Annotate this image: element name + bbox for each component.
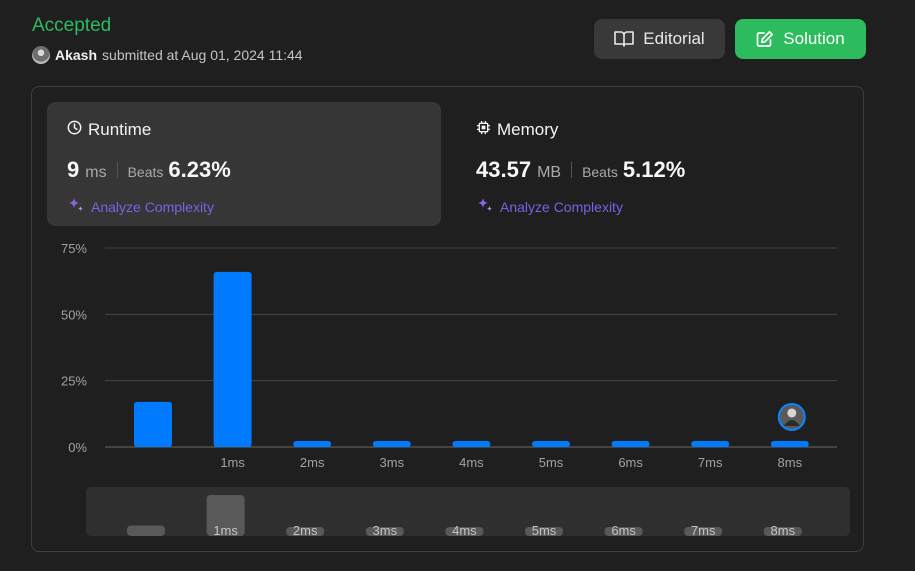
bar[interactable] [611, 441, 650, 447]
y-tick-label: 25% [61, 374, 87, 389]
y-tick-label: 0% [68, 440, 87, 455]
y-tick-label: 75% [61, 241, 87, 256]
overview-tick-label: 8ms [771, 523, 796, 538]
overview-tick-label: 4ms [452, 523, 477, 538]
x-tick-label: 3ms [380, 455, 405, 470]
bar[interactable] [532, 441, 570, 447]
overview-tick-label: 3ms [373, 523, 398, 538]
x-tick-label: 4ms [459, 455, 484, 470]
y-tick-label: 50% [61, 307, 87, 322]
bar[interactable] [293, 441, 332, 447]
bar[interactable] [770, 441, 809, 447]
overview-tick-label: 6ms [611, 523, 636, 538]
bar[interactable] [452, 441, 491, 447]
bar[interactable] [134, 401, 172, 447]
bar[interactable] [213, 271, 252, 447]
runtime-distribution-chart: 0% 25% 50% 75% 1ms 2ms 3ms 4ms 5ms 6ms 7ms 8ms 1ms 2m… [61, 241, 850, 538]
bar[interactable] [691, 441, 730, 447]
overview-tick-label: 2ms [293, 523, 318, 538]
overview-bar [127, 525, 165, 536]
x-tick-label: 7ms [698, 455, 723, 470]
bar[interactable] [372, 441, 411, 447]
overview-tick-label: 7ms [691, 523, 716, 538]
x-tick-label: 5ms [539, 455, 564, 470]
overview-tick-label: 5ms [532, 523, 557, 538]
x-tick-label: 2ms [300, 455, 325, 470]
avatar-head [787, 408, 797, 418]
x-tick-label: 8ms [778, 455, 803, 470]
x-tick-label: 6ms [618, 455, 643, 470]
x-tick-label: 1ms [220, 455, 245, 470]
overview-tick-label: 1ms [213, 523, 238, 538]
